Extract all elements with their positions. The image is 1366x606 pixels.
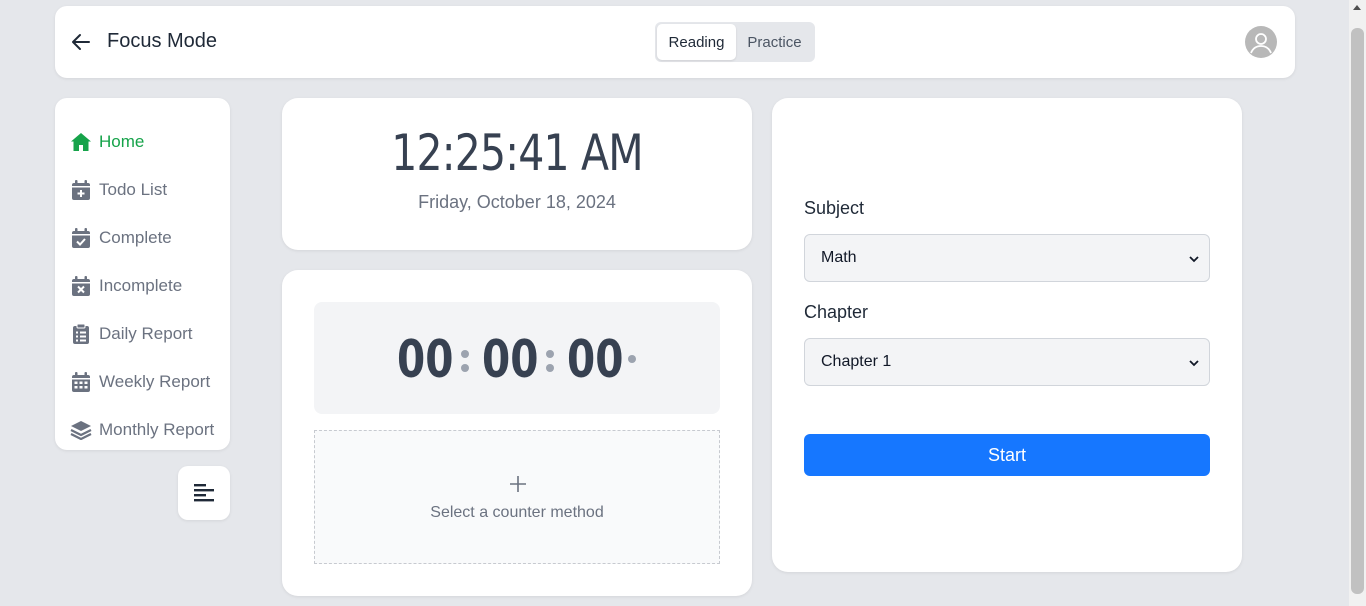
timer-minutes: 00 bbox=[482, 330, 539, 390]
tab-reading[interactable]: Reading bbox=[657, 24, 736, 60]
select-counter-method[interactable]: Select a counter method bbox=[314, 430, 720, 564]
counter-method-prompt: Select a counter method bbox=[430, 504, 604, 521]
calendar-grid-icon bbox=[70, 371, 92, 393]
timer-separator-dot bbox=[461, 350, 469, 358]
sidebar-item-home[interactable]: Home bbox=[55, 118, 230, 166]
scroll-up-arrow-icon[interactable] bbox=[1353, 5, 1361, 10]
top-header: Focus Mode Reading Practice bbox=[55, 6, 1295, 78]
counter-card: 00 00 00 Select a counter method bbox=[282, 270, 752, 596]
chapter-selected-value: Chapter 1 bbox=[821, 353, 892, 370]
session-form-card: Subject Math Chapter Chapter 1 Start bbox=[772, 98, 1242, 572]
tab-practice[interactable]: Practice bbox=[736, 24, 813, 60]
timer-separator-dot bbox=[461, 364, 469, 372]
avatar[interactable] bbox=[1245, 26, 1277, 58]
calendar-x-icon bbox=[70, 275, 92, 297]
plus-icon bbox=[510, 476, 526, 492]
sidebar-item-label: Home bbox=[99, 132, 145, 151]
home-icon bbox=[70, 131, 92, 153]
calendar-plus-icon bbox=[70, 179, 92, 201]
sidebar-item-weekly-report[interactable]: Weekly Report bbox=[55, 358, 230, 406]
timer-separator-dot bbox=[546, 350, 554, 358]
align-left-icon bbox=[194, 484, 214, 502]
sidebar-item-incomplete[interactable]: Incomplete bbox=[55, 262, 230, 310]
timer-separator-dot bbox=[546, 364, 554, 372]
subject-label: Subject bbox=[804, 198, 865, 218]
start-button[interactable]: Start bbox=[804, 434, 1210, 476]
sidebar-item-monthly-report[interactable]: Monthly Report bbox=[55, 406, 230, 454]
scrollbar-thumb[interactable] bbox=[1351, 28, 1364, 594]
subject-select[interactable]: Math bbox=[804, 234, 1210, 282]
chevron-down-icon bbox=[1189, 360, 1199, 367]
sidebar-toggle-button[interactable] bbox=[178, 466, 230, 520]
sidebar-item-complete[interactable]: Complete bbox=[55, 214, 230, 262]
page-scrollbar[interactable] bbox=[1349, 0, 1366, 606]
page-title: Focus Mode bbox=[107, 30, 218, 52]
calendar-check-icon bbox=[70, 227, 92, 249]
timer-indicator-dot bbox=[628, 355, 636, 363]
sidebar-item-todo-list[interactable]: Todo List bbox=[55, 166, 230, 214]
sidebar-item-label: Todo List bbox=[99, 180, 168, 199]
sidebar-item-daily-report[interactable]: Daily Report bbox=[55, 310, 230, 358]
clock-card: 12:25:41 AM Friday, October 18, 2024 bbox=[282, 98, 752, 250]
chapter-label: Chapter bbox=[804, 302, 869, 322]
clipboard-list-icon bbox=[70, 323, 92, 345]
subject-selected-value: Math bbox=[821, 249, 857, 266]
user-icon bbox=[1250, 33, 1272, 54]
current-date: Friday, October 18, 2024 bbox=[418, 192, 616, 212]
timer-hours: 00 bbox=[397, 330, 454, 390]
sidebar-item-label: Incomplete bbox=[99, 276, 183, 295]
sidebar-nav: Home Todo List Complete Incomplete Daily… bbox=[55, 98, 230, 450]
timer-display: 00 00 00 bbox=[314, 302, 720, 414]
current-time: 12:25:41 AM bbox=[391, 124, 643, 182]
chapter-select[interactable]: Chapter 1 bbox=[804, 338, 1210, 386]
mode-switch: Reading Practice bbox=[655, 22, 815, 62]
timer-seconds: 00 bbox=[567, 330, 624, 390]
sidebar-item-label: Daily Report bbox=[99, 324, 193, 343]
sidebar-item-label: Weekly Report bbox=[99, 372, 211, 391]
back-arrow-icon[interactable] bbox=[69, 30, 93, 54]
layers-icon bbox=[70, 419, 92, 441]
sidebar-item-label: Complete bbox=[99, 228, 172, 247]
chevron-down-icon bbox=[1189, 256, 1199, 263]
sidebar-item-label: Monthly Report bbox=[99, 420, 215, 439]
